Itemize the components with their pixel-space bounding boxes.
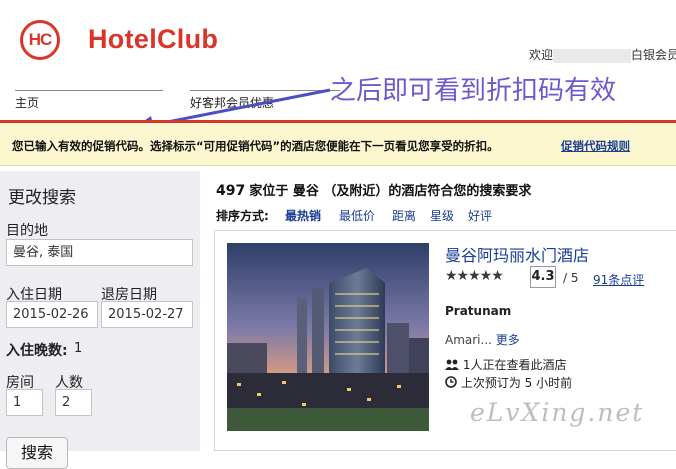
logo-mark[interactable]: HC: [20, 20, 60, 60]
rooms-input[interactable]: 1: [6, 389, 43, 416]
hotel-amenities: Amari... 更多: [445, 331, 520, 348]
hotel-photo[interactable]: [227, 243, 429, 431]
viewing-text: 1人正在查看此酒店: [462, 358, 567, 372]
welcome-message: 欢迎 白银会员: [529, 46, 676, 63]
sidebar-title: 更改搜索: [8, 188, 76, 208]
watermark: eLvXing.net: [470, 398, 645, 427]
destination-input[interactable]: 曼谷, 泰国: [6, 239, 193, 266]
annotation-caption: 之后即可看到折扣码有效: [330, 76, 617, 106]
nights-label: 入住晚数:: [6, 343, 68, 359]
nights-value: 1: [74, 341, 83, 356]
result-summary: 497 家位于 曼谷 （及附近）的酒店符合您的搜索要求: [216, 180, 531, 199]
sort-label: 排序方式:: [216, 209, 269, 223]
member-tier: 白银会员: [631, 48, 676, 62]
promo-banner-message: 您已输入有效的促销代码。选择标示“可用促销代码”的酒店您便能在下一页看见您享受的…: [12, 139, 499, 153]
people-icon: [445, 359, 459, 370]
hotel-name-link[interactable]: 曼谷阿玛丽水门酒店: [445, 242, 589, 266]
result-description: 家位于 曼谷 （及附近）的酒店符合您的搜索要求: [249, 184, 532, 199]
sort-option-rating[interactable]: 好评: [468, 207, 492, 224]
clock-icon: [445, 376, 457, 388]
star-rating: ★★★★★: [445, 268, 504, 284]
destination-label: 目的地: [6, 223, 48, 239]
reviews-link[interactable]: 91条点评: [593, 271, 644, 288]
last-booked-text: 上次预订为 5 小时前: [460, 376, 573, 390]
promo-rules-link[interactable]: 促销代码规则: [561, 138, 630, 154]
search-button[interactable]: 搜索: [6, 437, 68, 469]
sort-option-price[interactable]: 最低价: [339, 207, 375, 224]
welcome-prefix: 欢迎: [529, 48, 554, 62]
review-score-max: / 5: [563, 271, 579, 285]
review-score: 4.3: [530, 266, 556, 288]
more-link[interactable]: 更多: [496, 333, 520, 347]
sort-option-stars[interactable]: 星级: [430, 207, 454, 224]
sort-option-popular[interactable]: 最热销: [285, 207, 321, 224]
logo-text[interactable]: HotelClub: [88, 24, 218, 55]
viewing-count: 1人正在查看此酒店: [445, 356, 566, 373]
checkin-date-input[interactable]: 2015-02-26: [6, 301, 98, 328]
nav-home-link[interactable]: 主页: [15, 94, 39, 111]
last-booked: 上次预订为 5 小时前: [445, 374, 572, 391]
amenity-text: Amari...: [445, 333, 492, 347]
hotel-photo-image: [227, 243, 429, 431]
persons-input[interactable]: 2: [55, 389, 92, 416]
redacted-username: [553, 48, 632, 63]
sort-option-distance[interactable]: 距离: [392, 207, 416, 224]
checkout-date-input[interactable]: 2015-02-27: [101, 301, 193, 328]
result-count: 497: [216, 183, 246, 199]
hotel-area: Pratunam: [445, 304, 512, 318]
